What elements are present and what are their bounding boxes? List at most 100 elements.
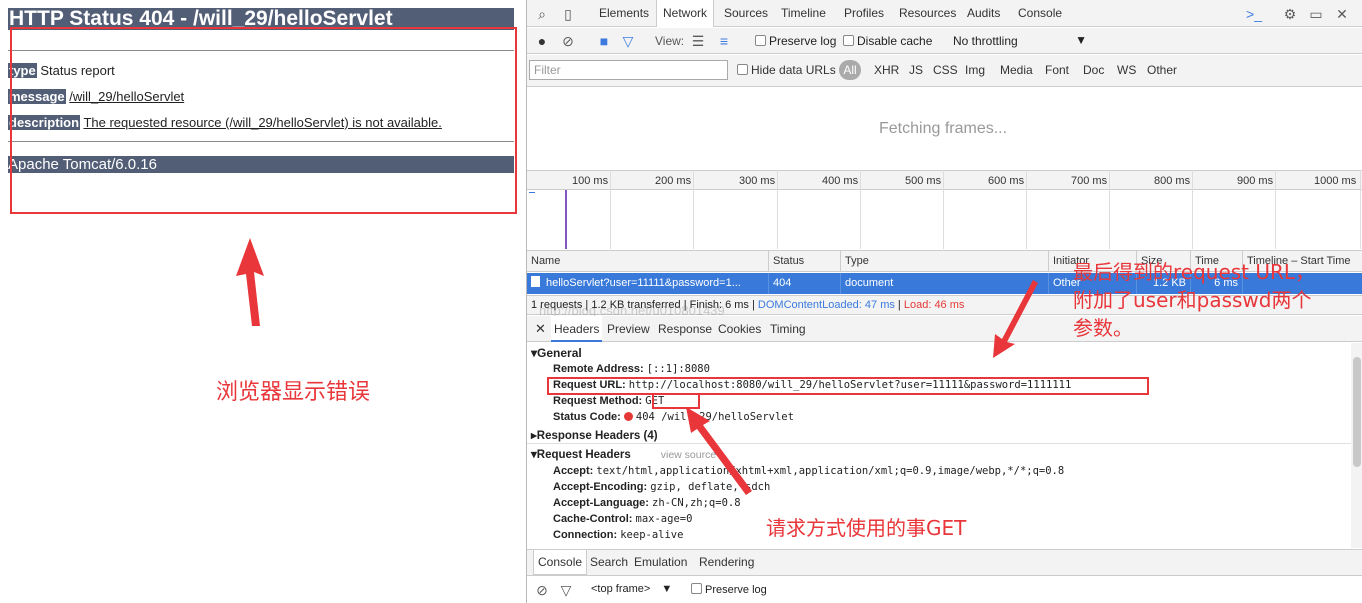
header-value: [::1]:8080 (646, 363, 710, 375)
details-scrollbar[interactable] (1351, 343, 1362, 548)
tab-resources[interactable]: Resources (899, 0, 956, 27)
connection-row: Connection: keep-alive (553, 529, 683, 541)
tomcat-error-page: HTTP Status 404 - /will_29/helloServlet … (0, 0, 525, 603)
search-icon[interactable]: ⌕ (533, 5, 551, 23)
filter-css[interactable]: CSS (933, 63, 958, 77)
summary-load: Load: 46 ms (903, 299, 965, 311)
tab-audits[interactable]: Audits (967, 0, 1000, 27)
tab-cookies[interactable]: Cookies (718, 316, 761, 342)
tab-timeline[interactable]: Timeline (781, 0, 826, 27)
col-type[interactable]: Type (841, 251, 1049, 272)
tab-headers[interactable]: Headers (551, 316, 603, 342)
camera-icon[interactable]: ■ (595, 32, 613, 50)
dock-icon[interactable]: ▭ (1307, 5, 1325, 23)
tick-label: 700 ms (1071, 175, 1108, 187)
disable-cache-label: Disable cache (857, 34, 933, 48)
row-name-text: helloServlet?user=11111&password=1... (546, 277, 741, 289)
preserve-log-checkbox[interactable]: Preserve log (755, 34, 836, 48)
checkbox-icon (737, 64, 748, 75)
close-icon[interactable]: ✕ (1333, 5, 1351, 23)
tick-label: 300 ms (739, 175, 776, 187)
response-headers-title: Response Headers (4) (536, 430, 658, 442)
disable-cache-checkbox[interactable]: Disable cache (843, 34, 932, 48)
filter-icon[interactable]: ▽ (557, 581, 575, 599)
timeline-ruler: 100 ms 200 ms 300 ms 400 ms 500 ms 600 m… (527, 170, 1362, 190)
filter-other[interactable]: Other (1147, 63, 1177, 77)
filter-icon[interactable]: ▽ (619, 32, 637, 50)
list-view-icon[interactable]: ☰ (689, 32, 707, 50)
header-key: Cache-Control: (553, 513, 633, 525)
load-marker (565, 190, 567, 249)
console-preserve-log-checkbox[interactable]: Preserve log (691, 583, 767, 596)
throttling-select[interactable]: No throttling ▼ (953, 33, 1087, 48)
filter-media[interactable]: Media (1000, 63, 1033, 77)
clear-icon[interactable]: ⊘ (533, 581, 551, 599)
filter-input[interactable]: Filter (529, 60, 728, 80)
grid-line (777, 170, 778, 249)
note-line: 附加了user和passwd两个 (1073, 288, 1312, 312)
tick-label: 500 ms (905, 175, 942, 187)
note-line: 参数。 (1073, 316, 1133, 340)
drawer-tab-emulation[interactable]: Emulation (634, 550, 687, 575)
gear-icon[interactable]: ⚙ (1281, 5, 1299, 23)
tab-sources[interactable]: Sources (724, 0, 768, 27)
throttling-value: No throttling (953, 34, 1018, 48)
col-status[interactable]: Status (769, 251, 841, 272)
header-value: zh-CN,zh;q=0.8 (652, 497, 741, 509)
request-url-note: 最后得到的request URL， 附加了user和passwd两个 参数。 (1073, 258, 1355, 342)
tab-elements[interactable]: Elements (599, 0, 649, 27)
filter-ws[interactable]: WS (1117, 63, 1136, 77)
grid-line (610, 170, 611, 249)
tab-console[interactable]: Console (1018, 0, 1062, 27)
tab-preview[interactable]: Preview (607, 316, 650, 342)
header-value: text/html,application/xhtml+xml,applicat… (596, 465, 1065, 477)
header-key: Connection: (553, 529, 618, 541)
cache-row: Cache-Control: max-age=0 (553, 513, 692, 525)
request-method-row: Request Method: GET (553, 395, 664, 407)
highlight-box (10, 27, 517, 214)
device-icon[interactable]: ▯ (559, 5, 577, 23)
hide-data-urls-checkbox[interactable]: Hide data URLs (737, 63, 836, 77)
frame-select[interactable]: <top frame> ▼ (591, 583, 672, 595)
response-headers-section[interactable]: ▸Response Headers (4) (531, 428, 658, 442)
tab-timing[interactable]: Timing (770, 316, 806, 342)
waterfall-view-icon[interactable]: ≡ (715, 32, 733, 50)
drawer-tab-console[interactable]: Console (533, 550, 588, 575)
view-label: View: (655, 34, 685, 48)
header-key: Request Method: (553, 395, 643, 407)
filter-bar: Filter Hide data URLs All XHR JS CSS Img… (527, 55, 1362, 87)
filter-font[interactable]: Font (1045, 63, 1069, 77)
header-value: keep-alive (620, 529, 684, 541)
drawer-tab-search[interactable]: Search (590, 550, 628, 575)
network-toolbar: ● ⊘ ■ ▽ View: ☰ ≡ Preserve log Disable c… (527, 28, 1362, 54)
note-line: 最后得到的request URL， (1073, 260, 1316, 284)
filter-all[interactable]: All (839, 60, 861, 80)
highlight-box (547, 377, 1149, 395)
drawer-tab-rendering[interactable]: Rendering (699, 550, 754, 575)
tick-label: 900 ms (1237, 175, 1274, 187)
checkbox-icon (843, 35, 854, 46)
preserve-log-label: Preserve log (769, 34, 837, 48)
frame-value: <top frame> (591, 583, 651, 595)
tab-network[interactable]: Network (656, 0, 715, 27)
grid-line (860, 170, 861, 249)
tick-label: 1000 ms (1314, 175, 1357, 187)
filter-js[interactable]: JS (909, 63, 923, 77)
checkbox-icon (691, 583, 702, 594)
tab-profiles[interactable]: Profiles (844, 0, 884, 27)
scroll-thumb[interactable] (1353, 357, 1361, 467)
tab-response[interactable]: Response (658, 316, 712, 342)
grid-line (1026, 170, 1027, 249)
filter-xhr[interactable]: XHR (874, 63, 899, 77)
close-detail-icon[interactable]: ✕ (535, 316, 546, 342)
general-section[interactable]: ▾General (531, 346, 582, 360)
tick-label: 100 ms (572, 175, 609, 187)
filter-doc[interactable]: Doc (1083, 63, 1104, 77)
clear-icon[interactable]: ⊘ (559, 32, 577, 50)
divider (527, 443, 1351, 444)
summary-dom-loaded: DOMContentLoaded: 47 ms (757, 299, 895, 311)
console-drawer-icon[interactable]: >_ (1245, 5, 1263, 23)
record-icon[interactable]: ● (533, 32, 551, 50)
col-name[interactable]: Name (527, 251, 769, 272)
filter-img[interactable]: Img (965, 63, 985, 77)
